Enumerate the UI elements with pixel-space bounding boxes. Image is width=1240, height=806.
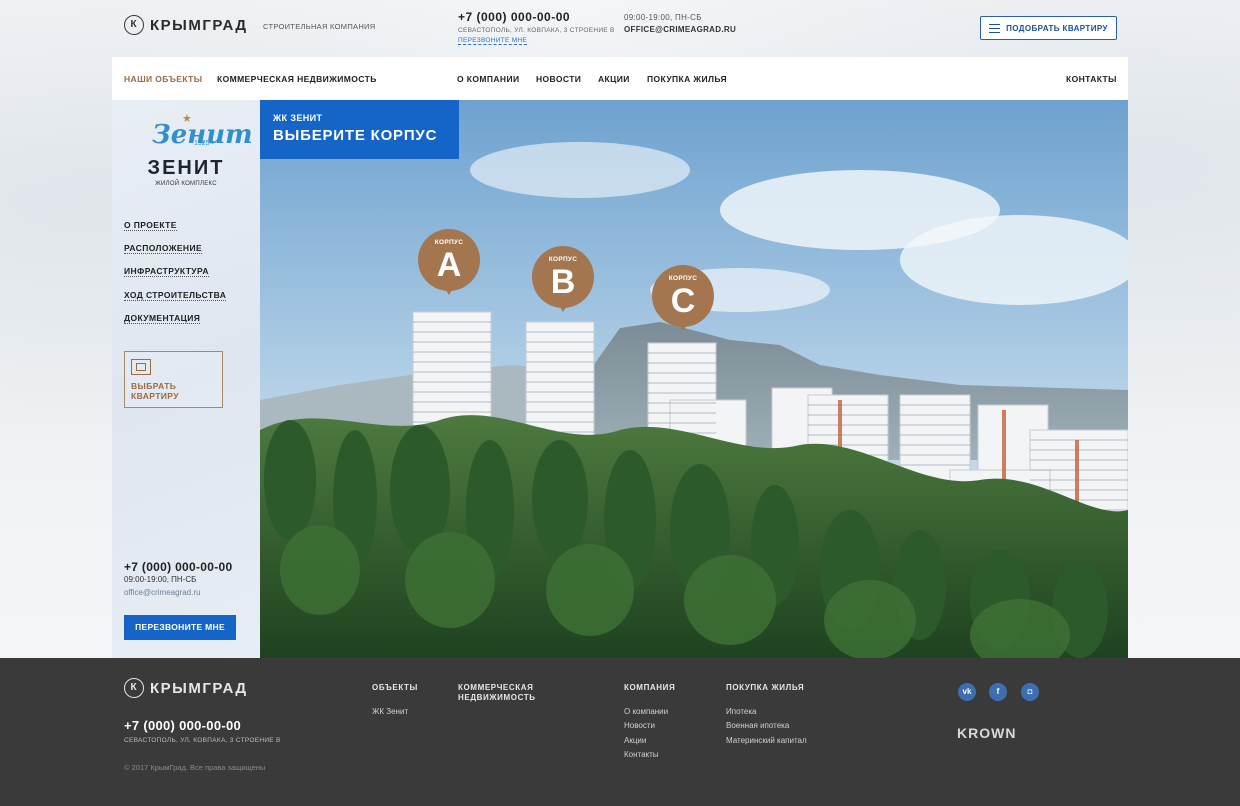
floorplan-icon bbox=[131, 359, 151, 375]
zenit-logo[interactable]: ★ Зенит 1925 bbox=[142, 112, 253, 192]
project-subtitle: ЖИЛОЙ КОМПЛЕКС bbox=[155, 181, 217, 187]
header-callback-link[interactable]: ПЕРЕЗВОНИТЕ МНЕ bbox=[458, 37, 528, 45]
building-pin-a[interactable]: КОРПУС A bbox=[418, 229, 480, 301]
nav-item-commercial[interactable]: КОММЕРЧЕСКАЯ НЕДВИЖИМОСТЬ bbox=[217, 74, 377, 84]
building-selector-scene: ЖК ЗЕНИТ ВЫБЕРИТЕ КОРПУС КОРПУС A КОРПУС… bbox=[260, 100, 1128, 658]
header-address: СЕВАСТОПОЛЬ, УЛ. КОВПАКА, 3 СТРОЕНИЕ В bbox=[458, 27, 615, 34]
vk-icon[interactable]: vk bbox=[958, 683, 976, 701]
logo-mark-icon bbox=[124, 678, 144, 698]
pick-apartment-button[interactable]: ПОДОБРАТЬ КВАРТИРУ bbox=[980, 16, 1117, 40]
footer-link-military-mortgage[interactable]: Военная ипотека bbox=[726, 721, 789, 730]
pin-label: КОРПУС bbox=[434, 239, 464, 246]
pin-pointer bbox=[443, 285, 455, 295]
footer-address: СЕВАСТОПОЛЬ, УЛ. КОВПАКА, 3 СТРОЕНИЕ В bbox=[124, 737, 281, 744]
footer-logo[interactable]: КРЫМГРАД bbox=[124, 678, 248, 698]
footer-link-contacts[interactable]: Контакты bbox=[624, 750, 659, 759]
pin-pointer bbox=[677, 321, 689, 331]
footer-phone[interactable]: +7 (000) 000-00-00 bbox=[124, 718, 241, 733]
header-hours: 09:00-19:00, ПН-СБ bbox=[624, 13, 702, 22]
site-footer: КРЫМГРАД +7 (000) 000-00-00 СЕВАСТОПОЛЬ,… bbox=[0, 658, 1240, 806]
pin-letter: C bbox=[670, 282, 696, 320]
sidebar-email[interactable]: office@crimeagrad.ru bbox=[124, 588, 200, 597]
callback-button[interactable]: ПЕРЕЗВОНИТЕ МНЕ bbox=[124, 615, 236, 640]
pin-letter: B bbox=[550, 263, 576, 301]
pin-letter: A bbox=[436, 246, 462, 284]
nav-item-promotions[interactable]: АКЦИИ bbox=[598, 74, 630, 84]
filter-icon bbox=[989, 23, 1001, 33]
footer-copyright: © 2017 КрымГрад. Все права защищены bbox=[124, 763, 266, 772]
pin-label: КОРПУС bbox=[668, 275, 698, 282]
company-tagline: СТРОИТЕЛЬНАЯ КОМПАНИЯ bbox=[263, 22, 376, 31]
main-nav: НАШИ ОБЪЕКТЫ КОММЕРЧЕСКАЯ НЕДВИЖИМОСТЬ О… bbox=[112, 57, 1128, 100]
instagram-icon[interactable]: ◘ bbox=[1021, 683, 1039, 701]
landscape-illustration bbox=[260, 100, 1128, 658]
project-label: ЖК ЗЕНИТ bbox=[273, 113, 323, 123]
menu-documentation[interactable]: ДОКУМЕНТАЦИЯ bbox=[124, 313, 201, 324]
project-sidebar: ★ Зенит 1925 ЗЕНИТ ЖИЛОЙ КОМПЛЕКС О ПРОЕ… bbox=[112, 100, 260, 658]
footer-link-mortgage[interactable]: Ипотека bbox=[726, 707, 757, 716]
logo-mark-icon bbox=[124, 15, 144, 35]
site-logo[interactable]: КРЫМГРАД bbox=[124, 15, 248, 35]
footer-col-buying-title: ПОКУПКА ЖИЛЬЯ bbox=[726, 683, 805, 692]
nav-item-contacts[interactable]: КОНТАКТЫ bbox=[1066, 74, 1117, 84]
building-pin-c[interactable]: КОРПУС C bbox=[652, 265, 714, 337]
pick-apartment-label: ПОДОБРАТЬ КВАРТИРУ bbox=[1006, 23, 1108, 33]
sidebar-phone[interactable]: +7 (000) 000-00-00 bbox=[124, 560, 232, 574]
footer-logo-text: КРЫМГРАД bbox=[150, 679, 248, 697]
footer-link-news[interactable]: Новости bbox=[624, 721, 655, 730]
facebook-icon[interactable]: f bbox=[989, 683, 1007, 701]
header-phone[interactable]: +7 (000) 000-00-00 bbox=[458, 10, 570, 24]
building-pin-b[interactable]: КОРПУС B bbox=[532, 246, 594, 318]
title-panel: ЖК ЗЕНИТ ВЫБЕРИТЕ КОРПУС bbox=[260, 100, 459, 159]
choose-apartment-label: ВЫБРАТЬ КВАРТИРУ bbox=[131, 381, 179, 401]
zenit-year: 1925 bbox=[194, 140, 210, 147]
sidebar-hours: 09:00-19:00, ПН-СБ bbox=[124, 575, 197, 584]
menu-about-project[interactable]: О ПРОЕКТЕ bbox=[124, 220, 177, 231]
nav-item-company[interactable]: О КОМПАНИИ bbox=[457, 74, 519, 84]
pin-pointer bbox=[557, 302, 569, 312]
menu-location[interactable]: РАСПОЛОЖЕНИЕ bbox=[124, 243, 203, 254]
nav-item-objects[interactable]: НАШИ ОБЪЕКТЫ bbox=[124, 74, 202, 84]
top-header: КРЫМГРАД СТРОИТЕЛЬНАЯ КОМПАНИЯ +7 (000) … bbox=[112, 0, 1128, 57]
footer-col-commercial-title[interactable]: КОММЕРЧЕСКАЯ НЕДВИЖИМОСТЬ bbox=[458, 683, 548, 703]
choose-apartment-button[interactable]: ВЫБРАТЬ КВАРТИРУ bbox=[124, 351, 223, 408]
page-title: ВЫБЕРИТЕ КОРПУС bbox=[273, 127, 438, 144]
logo-text: КРЫМГРАД bbox=[150, 16, 248, 34]
footer-col-objects-title: ОБЪЕКТЫ bbox=[372, 683, 418, 692]
footer-link-promotions[interactable]: Акции bbox=[624, 736, 646, 745]
developer-logo[interactable]: KROWN bbox=[957, 725, 1016, 741]
menu-infrastructure[interactable]: ИНФРАСТРУКТУРА bbox=[124, 266, 209, 277]
menu-construction-progress[interactable]: ХОД СТРОИТЕЛЬСТВА bbox=[124, 290, 227, 301]
project-name: ЗЕНИТ bbox=[147, 157, 225, 179]
footer-col-company-title: КОМПАНИЯ bbox=[624, 683, 676, 692]
header-email[interactable]: OFFICE@CRIMEAGRAD.RU bbox=[624, 25, 736, 34]
nav-item-buying[interactable]: ПОКУПКА ЖИЛЬЯ bbox=[647, 74, 727, 84]
footer-link-about[interactable]: О компании bbox=[624, 707, 668, 716]
footer-link-zenit[interactable]: ЖК Зенит bbox=[372, 707, 408, 716]
nav-item-news[interactable]: НОВОСТИ bbox=[536, 74, 581, 84]
footer-link-maternity-capital[interactable]: Материнский капитал bbox=[726, 736, 807, 745]
pin-label: КОРПУС bbox=[548, 256, 578, 263]
